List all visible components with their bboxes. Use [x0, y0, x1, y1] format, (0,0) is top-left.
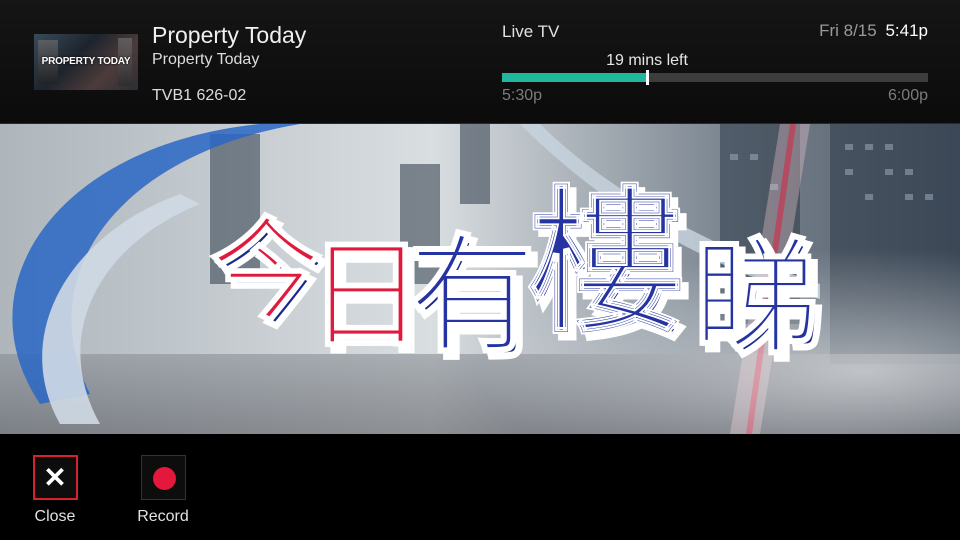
video-frame: 今 日 有 樓 睇 今 日 有 樓 睇 — [0, 124, 960, 434]
progress-fill — [502, 73, 647, 82]
current-datetime: Fri 8/15 5:41p — [819, 21, 928, 41]
progress-marker — [645, 70, 649, 85]
close-icon: ✕ — [43, 462, 67, 493]
title-char-4: 樓 — [527, 172, 685, 356]
close-button-frame[interactable]: ✕ — [32, 455, 78, 500]
channel-info: TVB1 626-02 — [152, 87, 247, 104]
live-tv-label: Live TV — [502, 22, 560, 41]
title-char-5: 睇 — [693, 225, 819, 372]
record-button[interactable]: Record — [133, 455, 193, 526]
title-char-3: 有 — [408, 222, 536, 371]
program-progress-bar — [502, 70, 928, 85]
video-still: 今 日 有 樓 睇 今 日 有 樓 睇 — [0, 124, 960, 434]
episode-title: Property Today — [152, 51, 260, 68]
time-remaining: 19 mins left — [606, 52, 688, 69]
close-button[interactable]: ✕ Close — [25, 455, 85, 526]
program-end-time: 6:00p — [887, 87, 928, 104]
thumbnail-title: PROPERTY TODAY — [41, 56, 131, 67]
close-button-label: Close — [34, 508, 76, 525]
program-title: Property Today — [152, 22, 307, 48]
current-time: 5:41p — [885, 21, 928, 40]
program-thumbnail: PROPERTY TODAY — [34, 34, 138, 90]
action-bar: ✕ Close Record — [0, 434, 960, 540]
record-icon — [152, 467, 176, 490]
current-date: Fri 8/15 — [819, 21, 877, 40]
record-button-frame[interactable] — [140, 455, 186, 500]
record-button-label: Record — [137, 508, 189, 525]
title-char-1: 今 — [210, 207, 322, 337]
program-info-bar: PROPERTY TODAY Property Today Property T… — [0, 0, 960, 124]
program-start-time: 5:30p — [502, 87, 543, 104]
